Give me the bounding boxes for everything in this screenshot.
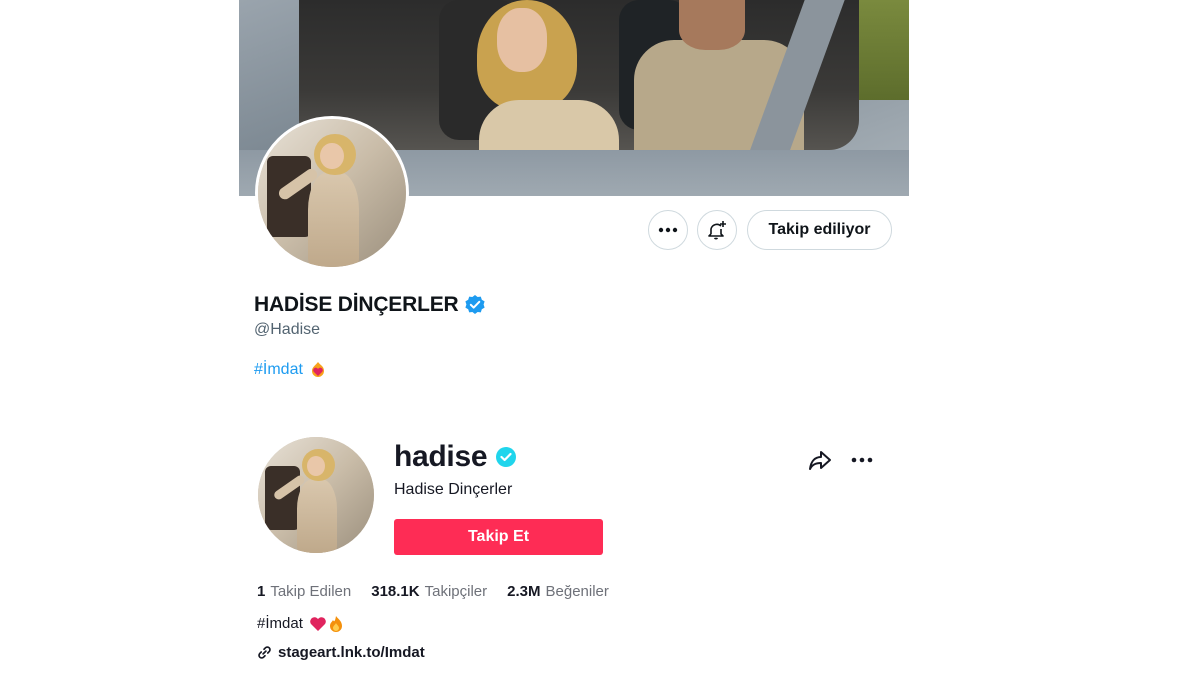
profile-stats: 1 Takip Edilen 318.1K Takipçiler 2.3M Be… [257,583,609,600]
stat-followers[interactable]: 318.1K Takipçiler [371,583,487,600]
heart-on-fire-icon [311,362,324,377]
profile-bio: #İmdat [254,361,327,379]
profile-display-name: HADİSE DİNÇERLER [254,293,486,317]
share-icon[interactable] [807,447,833,473]
heart-icon [310,616,326,631]
link-icon [258,646,271,659]
verified-badge-icon [496,447,517,467]
profile-link[interactable]: stageart.lnk.to/Imdat [257,644,425,661]
stat-value: 1 [257,583,266,600]
more-horizontal-icon[interactable] [849,447,875,473]
bell-plus-icon [708,221,726,240]
more-horizontal-icon [658,227,678,233]
tiktok-bio: #İmdat [257,615,343,632]
tiktok-display-name: Hadise Dinçerler [394,481,513,498]
following-button[interactable]: Takip ediliyor [747,210,892,250]
tiktok-avatar[interactable] [258,437,374,553]
more-options-button[interactable] [648,210,688,250]
profile-handle: @Hadise [254,321,321,338]
hashtag-link[interactable]: #İmdat [254,361,303,379]
stat-value: 318.1K [371,583,420,600]
tiktok-username: hadise [394,440,517,474]
link-text: stageart.lnk.to/Imdat [278,644,425,661]
notification-bell-button[interactable] [697,210,737,250]
bio-text: #İmdat [257,615,303,632]
profile-avatar[interactable] [255,116,409,270]
screenshot-frame: Takip ediliyor HADİSE DİNÇERLER @Hadise … [239,0,909,675]
verified-badge-icon [465,295,486,314]
fire-icon [329,616,342,632]
stat-label: Beğeniler [545,583,609,600]
stat-label: Takipçiler [424,583,488,600]
display-name-text: HADİSE DİNÇERLER [254,293,459,316]
follow-button[interactable]: Takip Et [394,519,603,555]
stat-likes: 2.3M Beğeniler [507,583,609,600]
username-text: hadise [394,440,488,473]
stat-following[interactable]: 1 Takip Edilen [257,583,351,600]
stat-label: Takip Edilen [270,583,352,600]
stat-value: 2.3M [507,583,541,600]
